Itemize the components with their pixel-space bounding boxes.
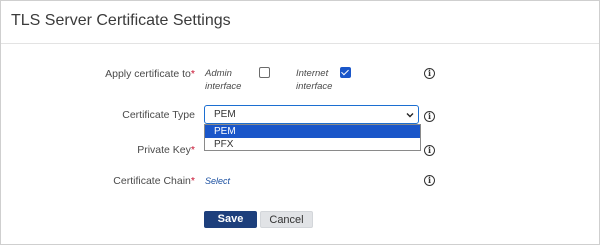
admin-interface-label-line2: interface xyxy=(205,81,242,92)
info-icon[interactable]: i xyxy=(424,145,435,156)
admin-interface-label: Admin interface xyxy=(205,67,241,93)
private-key-label: Private Key* xyxy=(137,144,195,156)
certificate-chain-select-link[interactable]: Select xyxy=(205,176,230,186)
cancel-button[interactable]: Cancel xyxy=(260,211,313,228)
required-asterisk: * xyxy=(190,175,195,187)
dropdown-option-pem[interactable]: PEM xyxy=(205,125,420,138)
dialog-header: TLS Server Certificate Settings xyxy=(1,1,599,44)
info-icon[interactable]: i xyxy=(424,111,435,122)
info-icon[interactable]: i xyxy=(424,68,435,79)
tls-certificate-dialog: TLS Server Certificate Settings Apply ce… xyxy=(0,0,600,245)
certificate-type-selected-value: PEM xyxy=(214,109,236,120)
required-asterisk: * xyxy=(190,68,195,80)
admin-interface-label-line1: Admin xyxy=(205,68,232,79)
dropdown-option-pfx[interactable]: PFX xyxy=(205,138,420,151)
save-button[interactable]: Save xyxy=(204,211,257,228)
apply-certificate-label-text: Apply certificate to xyxy=(105,68,191,80)
chevron-down-icon xyxy=(406,113,414,118)
dialog-title: TLS Server Certificate Settings xyxy=(11,12,231,29)
certificate-type-dropdown-list: PEM PFX xyxy=(204,124,421,151)
certificate-type-select[interactable]: PEM xyxy=(204,105,419,124)
certificate-chain-label-text: Certificate Chain xyxy=(113,175,191,187)
internet-interface-label-line1: Internet xyxy=(296,68,329,79)
certificate-chain-label: Certificate Chain* xyxy=(113,175,195,187)
admin-interface-checkbox[interactable] xyxy=(259,67,270,78)
private-key-label-text: Private Key xyxy=(137,144,191,156)
required-asterisk: * xyxy=(190,144,195,156)
internet-interface-label: Internet interface xyxy=(296,67,332,93)
internet-interface-label-line2: interface xyxy=(296,81,333,92)
apply-certificate-label: Apply certificate to* xyxy=(105,68,195,80)
certificate-type-label: Certificate Type xyxy=(122,109,195,121)
internet-interface-checkbox[interactable] xyxy=(340,67,351,78)
info-icon[interactable]: i xyxy=(424,175,435,186)
